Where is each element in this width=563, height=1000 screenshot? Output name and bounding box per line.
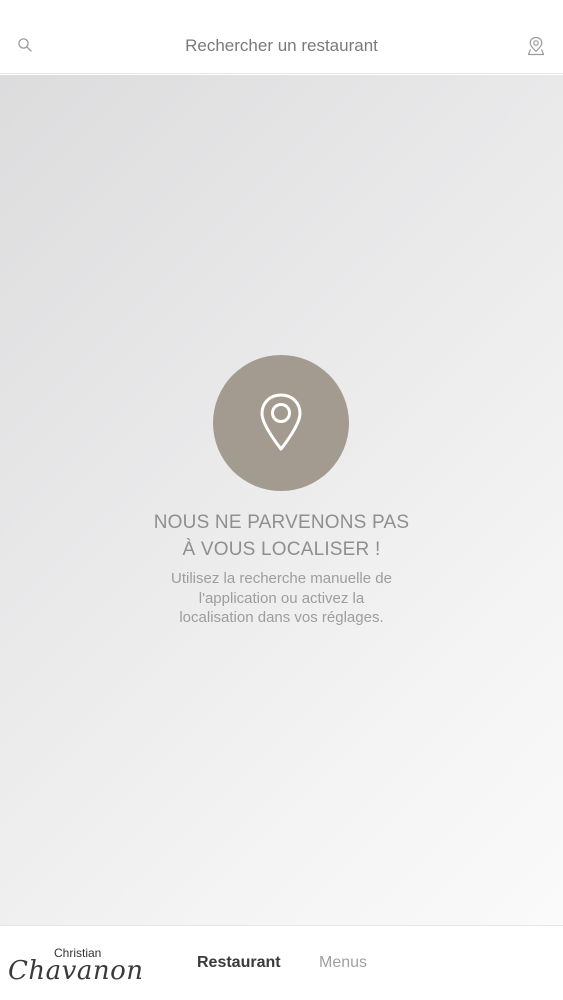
locate-button[interactable] <box>525 34 547 58</box>
search-input[interactable] <box>60 26 503 66</box>
location-icon-circle <box>213 355 349 491</box>
brand-logo: Christian Chavanon <box>8 942 158 990</box>
logo-script-text: Chavanon <box>8 956 144 986</box>
search-button[interactable] <box>14 34 36 56</box>
error-message-line3: localisation dans vos réglages. <box>179 609 384 626</box>
location-pin-icon <box>260 393 302 451</box>
tab-restaurant[interactable]: Restaurant <box>197 954 281 972</box>
error-title-line2: À VOUS LOCALISER ! <box>182 539 381 560</box>
error-title-line1: NOUS NE PARVENONS PAS <box>153 512 410 533</box>
error-message-line2: l'application ou activez la <box>198 589 365 607</box>
main-content: NOUS NE PARVENONS PAS À VOUS LOCALISER !… <box>0 75 563 925</box>
tab-menus[interactable]: Menus <box>319 954 367 972</box>
top-bar <box>0 0 563 74</box>
search-icon <box>18 38 32 52</box>
bottom-nav: Christian Chavanon Restaurant Menus <box>0 925 563 1000</box>
location-pin-icon <box>527 36 545 56</box>
error-message: Utilisez la recherche manuelle de l'appl… <box>0 569 563 628</box>
error-message-line1: Utilisez la recherche manuelle de <box>171 570 392 587</box>
error-title: NOUS NE PARVENONS PAS À VOUS LOCALISER ! <box>0 509 563 563</box>
